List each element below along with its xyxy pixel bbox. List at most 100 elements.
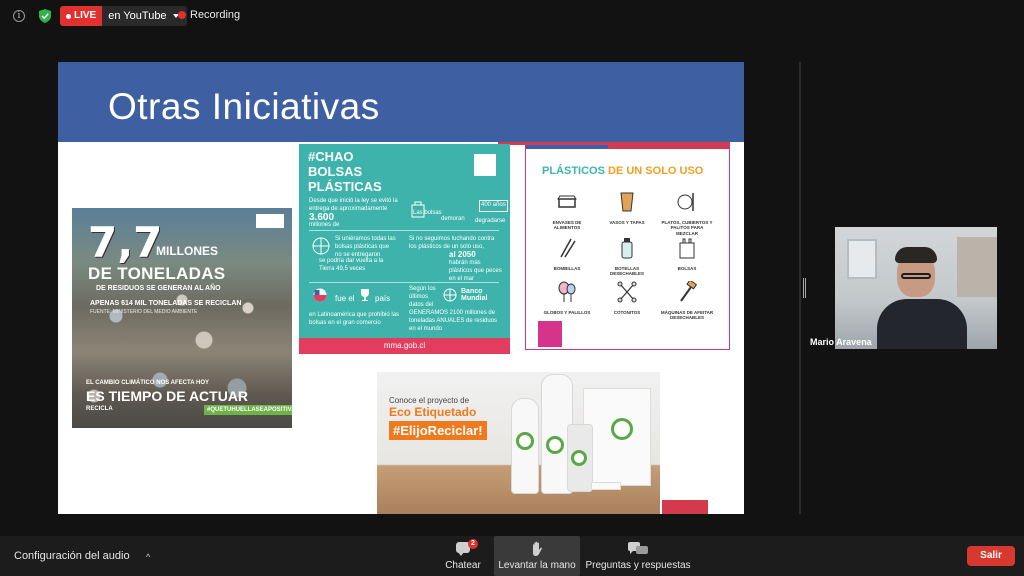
balloon-icon bbox=[558, 281, 576, 302]
bags-stat2: al 2050 bbox=[449, 250, 476, 259]
plastic-item: GLOBOS Y PALILLOS bbox=[540, 281, 594, 315]
trophy-icon bbox=[361, 289, 369, 301]
leave-button[interactable]: Salir bbox=[967, 546, 1015, 566]
recycle-label-icon bbox=[546, 436, 564, 454]
cotton-swab-icon bbox=[617, 281, 637, 303]
bags-title: #CHAO BOLSAS PLÁSTICAS bbox=[308, 149, 382, 194]
bags-text5: habrán más plásticos que peces en el mar bbox=[449, 260, 502, 282]
participant-name: Mario Aravena bbox=[810, 337, 872, 347]
eco-label-poster: Conoce el proyecto de Eco Etiquetado #El… bbox=[377, 372, 660, 514]
zoom-webinar-window: i LIVE en YouTube Recording Otras Inicia… bbox=[0, 0, 1024, 576]
audio-config-button[interactable]: Configuración del audio bbox=[14, 550, 130, 562]
waste-climate: EL CAMBIO CLIMÁTICO NOS AFECTA HOY bbox=[86, 380, 209, 386]
waste-sub2: APENAS 614 MIL TONELADAS SE RECICLAN bbox=[90, 300, 242, 307]
plastics-title: PLÁSTICOS DE UN SOLO USO bbox=[542, 165, 703, 177]
food-container-icon bbox=[557, 195, 577, 208]
plastic-item: VASOS Y TAPAS bbox=[600, 191, 654, 225]
ministry-logo bbox=[256, 214, 284, 228]
slide-title: Otras Iniciativas bbox=[108, 86, 380, 127]
plastic-item: BOMBILLAS bbox=[540, 237, 594, 271]
waste-big-number: 7,7 bbox=[88, 218, 163, 267]
slide-header: Otras Iniciativas bbox=[58, 62, 744, 142]
waste-toneladas: DE TONELADAS bbox=[88, 264, 226, 283]
top-bar: i LIVE en YouTube Recording bbox=[0, 0, 1024, 32]
plastic-item-label: COTONITOS bbox=[613, 310, 641, 315]
video-background-shelf bbox=[957, 237, 997, 297]
globe-icon bbox=[443, 288, 457, 302]
participant-hair bbox=[895, 247, 937, 263]
bags-text10: GENERAMOS 2100 millones de toneladas ANU… bbox=[409, 310, 498, 332]
straw-icon bbox=[560, 238, 576, 258]
chile-flag-icon bbox=[313, 288, 327, 302]
recycle-label-icon bbox=[516, 432, 534, 450]
recording-indicator: Recording bbox=[178, 9, 240, 21]
trash-photo bbox=[72, 268, 292, 428]
bags-text9: Según los últimos datos del bbox=[409, 286, 436, 308]
bags-stat1-unit: millones de bbox=[309, 222, 340, 228]
plastic-item: COTONITOS bbox=[600, 281, 654, 315]
live-dot-icon bbox=[66, 13, 71, 19]
participant-video[interactable] bbox=[835, 227, 997, 349]
bags-bank: Banco Mundial bbox=[461, 288, 488, 302]
hand-icon bbox=[533, 541, 542, 556]
bags-text7: país bbox=[375, 294, 391, 303]
waste-recicla: RECICLA bbox=[86, 406, 113, 412]
plastic-item-label: BOMBILLAS bbox=[553, 266, 581, 271]
panel-resize-handle[interactable] bbox=[803, 278, 806, 298]
recording-label: Recording bbox=[190, 9, 241, 21]
divider bbox=[309, 230, 499, 231]
chat-label: Chatear bbox=[445, 560, 481, 571]
plastic-item-label: GLOBOS Y PALILLOS bbox=[543, 310, 591, 315]
chevron-up-icon[interactable]: ^ bbox=[146, 552, 150, 562]
shield-icon[interactable] bbox=[39, 9, 51, 23]
bags-demoran: demoran bbox=[441, 216, 465, 222]
bags-footer: mma.gob.cl bbox=[299, 338, 510, 354]
divider bbox=[309, 282, 499, 283]
plastic-item-label: MÁQUINAS DE AFEITAR DESECHABLES bbox=[660, 310, 714, 321]
live-badge: LIVE bbox=[60, 6, 103, 26]
plastic-item-label: BOTELLAS DESECHABLES bbox=[609, 266, 644, 277]
waste-sub1: DE RESIDUOS SE GENERAN AL AÑO bbox=[96, 285, 221, 292]
bags-poster: #CHAO BOLSAS PLÁSTICAS Desde que inició … bbox=[299, 144, 510, 354]
plastic-item: BOTELLAS DESECHABLES bbox=[600, 237, 654, 277]
eco-accent-bar bbox=[662, 500, 708, 514]
plastics-title-b: DE UN SOLO USO bbox=[608, 165, 704, 177]
waste-poster: 7,7 MILLONES DE TONELADAS DE RESIDUOS SE… bbox=[72, 208, 292, 428]
recycle-label-icon bbox=[571, 450, 587, 466]
meeting-toolbar: Configuración del audio ^ Chatear Levant… bbox=[0, 536, 1024, 576]
live-label: LIVE bbox=[74, 10, 97, 21]
bags-years: 400 años bbox=[479, 200, 508, 212]
plastics-top-stripe bbox=[526, 145, 729, 149]
panel-divider bbox=[799, 62, 801, 514]
stream-target-dropdown[interactable]: en YouTube bbox=[102, 6, 187, 26]
plastic-item: BOLSAS bbox=[660, 237, 714, 271]
info-icon[interactable]: i bbox=[13, 10, 25, 22]
cup-icon bbox=[620, 192, 634, 212]
plastic-item-label: VASOS Y TAPAS bbox=[609, 220, 645, 225]
bags-text8: en Latinoamérica que prohibió las bolsas… bbox=[309, 312, 400, 326]
raise-hand-button[interactable]: Levantar la mano bbox=[494, 536, 580, 576]
qa-label: Preguntas y respuestas bbox=[585, 560, 691, 571]
plastic-item: ENVASES DE ALIMENTOS bbox=[540, 191, 594, 231]
bags-degradarse: degradarse bbox=[475, 218, 506, 224]
waste-actuar: ES TIEMPO DE ACTUAR bbox=[86, 388, 249, 404]
plastic-item: MÁQUINAS DE AFEITAR DESECHABLES bbox=[660, 279, 714, 321]
qa-button[interactable]: Preguntas y respuestas bbox=[584, 536, 692, 576]
participant-glasses bbox=[901, 273, 931, 279]
razor-icon bbox=[680, 279, 698, 302]
plastics-title-a: PLÁSTICOS bbox=[542, 165, 605, 177]
globe-icon bbox=[312, 237, 330, 255]
ministry-logo bbox=[538, 321, 562, 347]
plastic-item-label: BOLSAS bbox=[677, 266, 697, 271]
waste-millones: MILLONES bbox=[156, 244, 218, 258]
plastic-item-label: ENVASES DE ALIMENTOS bbox=[552, 220, 582, 231]
shared-screen-slide: Otras Iniciativas 7,7 MILLONES DE TONELA… bbox=[58, 62, 744, 514]
plastic-item-label: PLATOS, CUBIERTOS Y PALITOS PARA MEZCLAR bbox=[661, 220, 713, 236]
plastics-poster: PLÁSTICOS DE UN SOLO USO ENVASES DE ALIM… bbox=[525, 144, 730, 350]
raise-hand-label: Levantar la mano bbox=[498, 560, 576, 571]
live-stream-control[interactable]: LIVE en YouTube bbox=[60, 6, 187, 26]
eco-small: Conoce el proyecto de bbox=[389, 396, 470, 405]
cutlery-icon bbox=[677, 193, 694, 211]
waste-source: FUENTE: MINISTERIO DEL MEDIO AMBIENTE bbox=[90, 309, 198, 315]
eco-tag: #ElijoReciclar! bbox=[389, 421, 487, 440]
